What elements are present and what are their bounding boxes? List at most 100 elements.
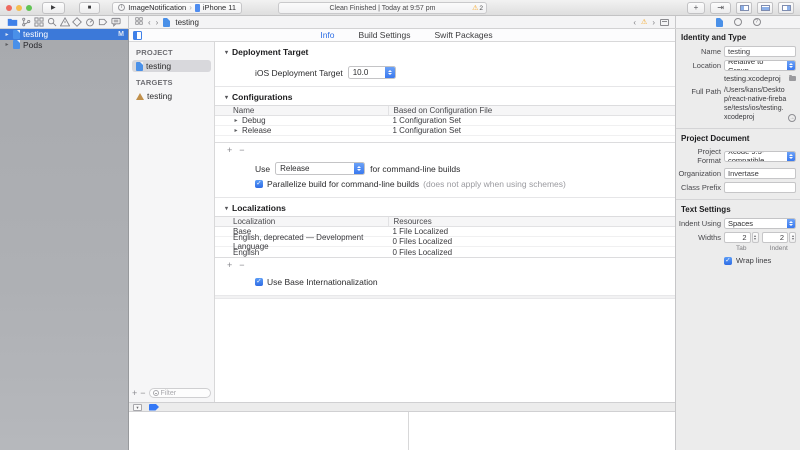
navigator-row-pods[interactable]: ▸ Pods — [0, 40, 128, 51]
project-format-label: Project Format — [676, 147, 721, 165]
sidebar-item-label[interactable]: testing — [146, 61, 171, 71]
navigator-item-label[interactable]: testing — [23, 29, 48, 39]
popup-arrows-icon — [354, 163, 364, 174]
navigator-item-label[interactable]: Pods — [23, 40, 42, 50]
toggle-navigator-button[interactable] — [736, 2, 752, 14]
table-row[interactable]: ▸ Release 1 Configuration Set — [215, 126, 675, 136]
disclosure-icon[interactable]: ▸ — [233, 117, 239, 124]
location-popup[interactable]: Relative to Group — [724, 60, 796, 71]
choose-folder-icon[interactable] — [789, 76, 796, 81]
project-file-icon — [13, 40, 20, 49]
navigator-row-testing[interactable]: ▸ testing M — [0, 29, 128, 40]
ios-deployment-target-popup[interactable]: 10.0 — [348, 66, 396, 79]
remove-target-button[interactable]: − — [140, 388, 145, 398]
configurations-section-header[interactable]: ▾ Configurations — [215, 87, 675, 105]
project-format-row: Project Format Xcode 9.3-compatible — [676, 146, 800, 167]
configurations-add-remove: + − — [215, 143, 675, 158]
tab-info[interactable]: Info — [320, 30, 334, 40]
file-inspector-icon[interactable] — [716, 18, 723, 27]
library-button[interactable]: + — [687, 2, 706, 14]
stop-button[interactable]: ■ — [79, 2, 101, 14]
disclosure-icon[interactable]: ▾ — [225, 49, 228, 56]
project-sidebar-toggle-icon[interactable] — [133, 31, 142, 40]
related-items-icon[interactable] — [135, 17, 143, 27]
text-settings-section-title: Text Settings — [676, 201, 800, 217]
console-output[interactable] — [409, 412, 675, 450]
editor-options-icon[interactable] — [660, 19, 669, 26]
toggle-debug-area-button[interactable] — [757, 2, 773, 14]
warning-badge[interactable]: ⚠ 2 — [472, 3, 483, 13]
tab-width-field[interactable]: 2 — [724, 232, 751, 243]
debug-navigator-icon[interactable] — [85, 17, 95, 27]
window-controls[interactable] — [6, 5, 32, 11]
base-internationalization-checkbox[interactable]: ✓ — [255, 278, 263, 286]
reveal-in-finder-icon[interactable]: → — [788, 114, 796, 122]
popup-value: 10.0 — [349, 67, 385, 78]
remove-configuration-button[interactable]: − — [239, 145, 244, 155]
add-localization-button[interactable]: + — [227, 260, 232, 270]
sidebar-item-label[interactable]: testing — [147, 91, 172, 101]
table-row[interactable]: ▸ Debug 1 Configuration Set — [215, 116, 675, 126]
symbols-navigator-icon[interactable] — [34, 17, 44, 27]
command-line-config-popup[interactable]: Release — [275, 162, 365, 175]
issues-navigator-icon[interactable] — [60, 17, 70, 27]
activity-status-bar: Clean Finished | Today at 9:57 pm ⚠ 2 — [278, 2, 487, 14]
disclosure-icon[interactable]: ▾ — [225, 94, 228, 101]
source-control-navigator-icon[interactable] — [21, 17, 31, 27]
search-navigator-icon[interactable] — [47, 17, 57, 27]
tab-label[interactable]: testing — [175, 18, 199, 27]
back-icon[interactable]: ‹ — [148, 18, 151, 27]
toggle-inspector-button[interactable] — [778, 2, 794, 14]
localizations-section-header[interactable]: ▾ Localizations — [215, 198, 675, 216]
previous-issue-icon[interactable]: ‹ — [633, 18, 636, 27]
add-configuration-button[interactable]: + — [227, 145, 232, 155]
disclosure-icon[interactable]: ▸ — [233, 127, 239, 134]
history-inspector-icon[interactable] — [734, 18, 742, 26]
table-row[interactable]: English, deprecated — Development Langua… — [215, 237, 675, 247]
parallelize-checkbox[interactable]: ✓ — [255, 180, 263, 188]
issue-warning-icon[interactable]: ⚠ — [641, 19, 647, 26]
add-editor-button[interactable]: ⇥ — [710, 2, 731, 14]
deployment-target-section-header[interactable]: ▾ Deployment Target — [215, 42, 675, 60]
indent-width-field[interactable]: 2 — [762, 232, 789, 243]
disclosure-icon[interactable]: ▸ — [4, 31, 10, 38]
name-field[interactable]: testing — [724, 46, 796, 57]
scheme-device[interactable]: iPhone 11 — [203, 3, 236, 12]
scheme-selector[interactable]: i ImageNotification › iPhone 11 — [112, 2, 242, 14]
zoom-window-button[interactable] — [26, 5, 32, 11]
breakpoints-toggle-icon[interactable] — [149, 404, 159, 411]
remove-localization-button[interactable]: − — [239, 260, 244, 270]
filter-input[interactable]: Filter — [149, 388, 211, 398]
popup-value: Relative to Group — [725, 61, 787, 70]
reports-navigator-icon[interactable] — [111, 17, 121, 27]
breakpoints-navigator-icon[interactable] — [98, 17, 108, 27]
full-path-label: Full Path — [676, 86, 721, 96]
tests-navigator-icon[interactable] — [72, 17, 82, 27]
wrap-lines-checkbox[interactable]: ✓ — [724, 257, 732, 265]
indent-width-stepper[interactable] — [789, 232, 796, 243]
inspector-tab-bar: ? — [676, 16, 800, 28]
tab-width-stepper[interactable] — [752, 232, 759, 243]
minimize-window-button[interactable] — [16, 5, 22, 11]
disclosure-icon[interactable]: ▾ — [225, 205, 228, 212]
forward-icon[interactable]: › — [156, 18, 159, 27]
debug-area-disclosure-icon[interactable]: ▾ — [133, 404, 142, 411]
project-navigator-icon[interactable] — [7, 17, 18, 27]
class-prefix-field[interactable] — [724, 182, 796, 193]
project-format-popup[interactable]: Xcode 9.3-compatible — [724, 151, 796, 162]
organization-field[interactable]: Invertase — [724, 168, 796, 179]
run-button[interactable]: ▶ — [42, 2, 65, 14]
disclosure-icon[interactable]: ▸ — [4, 41, 10, 48]
add-target-button[interactable]: + — [132, 388, 137, 398]
sidebar-item-target-testing[interactable]: testing — [132, 90, 211, 102]
close-window-button[interactable] — [6, 5, 12, 11]
scheme-name[interactable]: ImageNotification — [128, 3, 186, 12]
table-row[interactable]: English 0 Files Localized — [215, 247, 675, 257]
indent-using-popup[interactable]: Spaces — [724, 218, 796, 229]
variables-view[interactable] — [129, 412, 409, 450]
tab-build-settings[interactable]: Build Settings — [359, 30, 411, 40]
quick-help-inspector-icon[interactable]: ? — [753, 18, 761, 26]
sidebar-item-project-testing[interactable]: testing — [132, 60, 211, 72]
tab-swift-packages[interactable]: Swift Packages — [435, 30, 493, 40]
next-issue-icon[interactable]: › — [652, 18, 655, 27]
